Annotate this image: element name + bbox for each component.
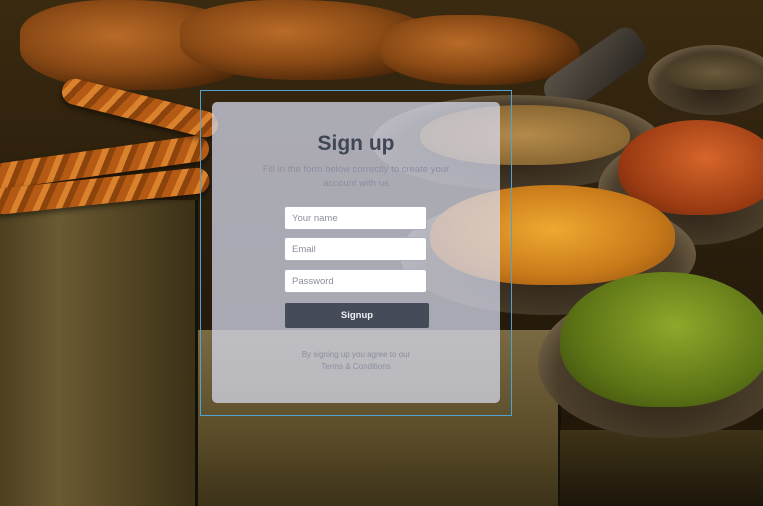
spice-powder-brown [665, 55, 763, 90]
wood-plank [0, 200, 198, 506]
tassel-decoration [380, 15, 580, 85]
name-input[interactable] [284, 206, 427, 230]
email-input[interactable] [284, 237, 427, 261]
spice-powder-green [560, 272, 763, 407]
wood-plank [560, 430, 763, 506]
signup-button[interactable]: Signup [285, 303, 429, 328]
terms-notice-text: By signing up you agree to our [301, 350, 411, 359]
password-input[interactable] [284, 269, 427, 293]
terms-notice: By signing up you agree to our Terms & C… [256, 349, 456, 373]
signup-form: Sign up Fill in the form below correctly… [212, 102, 500, 403]
terms-link[interactable]: Terms & Conditions [321, 362, 390, 371]
signup-title: Sign up [317, 132, 395, 155]
signup-subtitle: Fill in the form below correctly to crea… [262, 164, 450, 189]
